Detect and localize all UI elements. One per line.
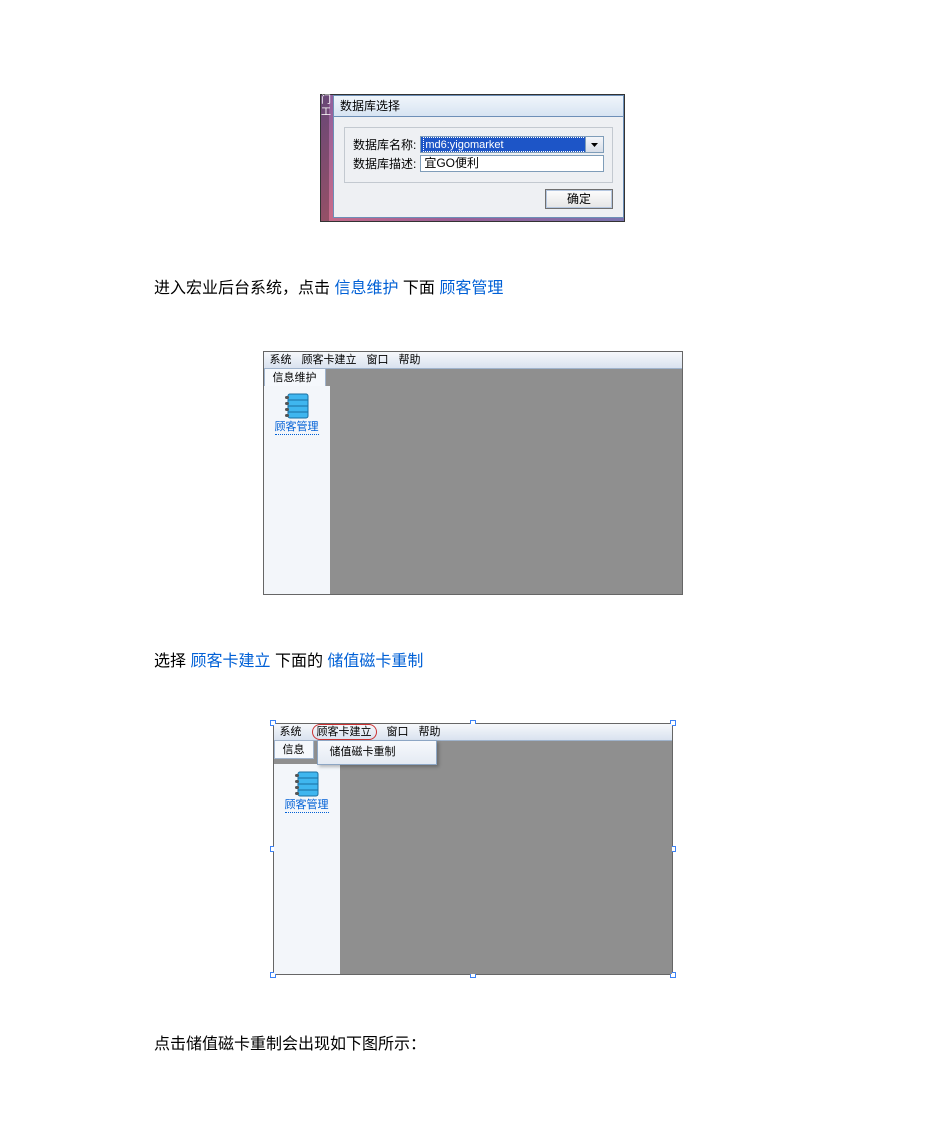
link-customer-manage: 顾客管理: [439, 280, 503, 297]
db-select-dialog: 门 工 数据库选择 数据库名称: md6:yigomarket: [321, 95, 624, 221]
menu-customer-card[interactable]: 顾客卡建立: [302, 352, 357, 368]
menu-help[interactable]: 帮助: [399, 352, 421, 368]
dropdown-item-card-remake[interactable]: 储值磁卡重制: [318, 744, 436, 761]
sidebar: 顾客管理: [264, 386, 331, 594]
tab-strip: 信息: [274, 740, 314, 759]
main-pane: [340, 764, 672, 974]
text: 选择: [154, 653, 186, 670]
menubar: 系统 顾客卡建立 窗口 帮助: [264, 352, 682, 369]
menu-system[interactable]: 系统: [270, 352, 292, 368]
tab-info[interactable]: 信息: [274, 740, 314, 758]
menu-window[interactable]: 窗口: [387, 724, 409, 740]
text: 进入宏业后台系统，点击: [154, 280, 334, 297]
sidebar: 顾客管理: [274, 764, 341, 974]
app-screenshot-2: 系统 顾客卡建立 窗口 帮助 信息 顾客管理: [274, 724, 672, 974]
dialog-title: 数据库选择: [333, 95, 624, 116]
document-page: 门 工 数据库选择 数据库名称: md6:yigomarket: [0, 0, 945, 1123]
db-desc-input[interactable]: 宜GO便利: [420, 155, 604, 172]
db-name-label: 数据库名称:: [353, 136, 416, 153]
db-name-combo[interactable]: md6:yigomarket: [420, 136, 604, 153]
dialog-window: 数据库选择 数据库名称: md6:yigomarket 数据库描述:: [333, 95, 624, 218]
menu-window[interactable]: 窗口: [367, 352, 389, 368]
app-screenshot-1: 系统 顾客卡建立 窗口 帮助 信息维护 顾客管理: [264, 352, 682, 594]
doc-paragraph-1: 进入宏业后台系统，点击 信息维护 下面 顾客管理: [154, 276, 791, 302]
field-group: 数据库名称: md6:yigomarket 数据库描述: 宜GO便利: [344, 127, 613, 183]
main-pane: [330, 386, 682, 594]
text: 下面: [403, 280, 439, 297]
dropdown-panel: 储值磁卡重制: [317, 740, 437, 765]
menu-customer-card-highlighted[interactable]: 顾客卡建立: [312, 724, 377, 740]
chevron-down-icon: [591, 143, 598, 147]
db-desc-label: 数据库描述:: [353, 155, 416, 172]
menu-system[interactable]: 系统: [280, 724, 302, 740]
db-desc-row: 数据库描述: 宜GO便利: [353, 155, 604, 172]
link-info-maintain: 信息维护: [334, 280, 398, 297]
tab-info-maintain[interactable]: 信息维护: [264, 368, 326, 386]
notebook-icon[interactable]: [283, 392, 311, 420]
db-name-value: md6:yigomarket: [423, 137, 586, 152]
db-name-row: 数据库名称: md6:yigomarket: [353, 136, 604, 153]
sidebar-item-customer-manage[interactable]: 顾客管理: [275, 422, 319, 435]
notebook-icon[interactable]: [293, 770, 321, 798]
doc-paragraph-2: 选择 顾客卡建立 下面的 储值磁卡重制: [154, 649, 791, 675]
button-row: 确定: [344, 189, 613, 209]
tab-strip: 信息维护: [264, 368, 326, 387]
dialog-left-strip: 门 工: [321, 95, 329, 221]
dialog-body: 数据库名称: md6:yigomarket 数据库描述: 宜GO便利: [333, 116, 624, 218]
menu-help[interactable]: 帮助: [419, 724, 441, 740]
sidebar-item-customer-manage[interactable]: 顾客管理: [285, 800, 329, 813]
link-card-remake: 储值磁卡重制: [327, 653, 423, 670]
combo-dropdown-button[interactable]: [585, 137, 603, 152]
text: 下面的: [275, 653, 323, 670]
link-customer-card: 顾客卡建立: [190, 653, 270, 670]
menubar: 系统 顾客卡建立 窗口 帮助: [274, 724, 672, 741]
ok-button[interactable]: 确定: [545, 189, 613, 209]
doc-paragraph-3: 点击储值磁卡重制会出现如下图所示：: [154, 1032, 791, 1058]
